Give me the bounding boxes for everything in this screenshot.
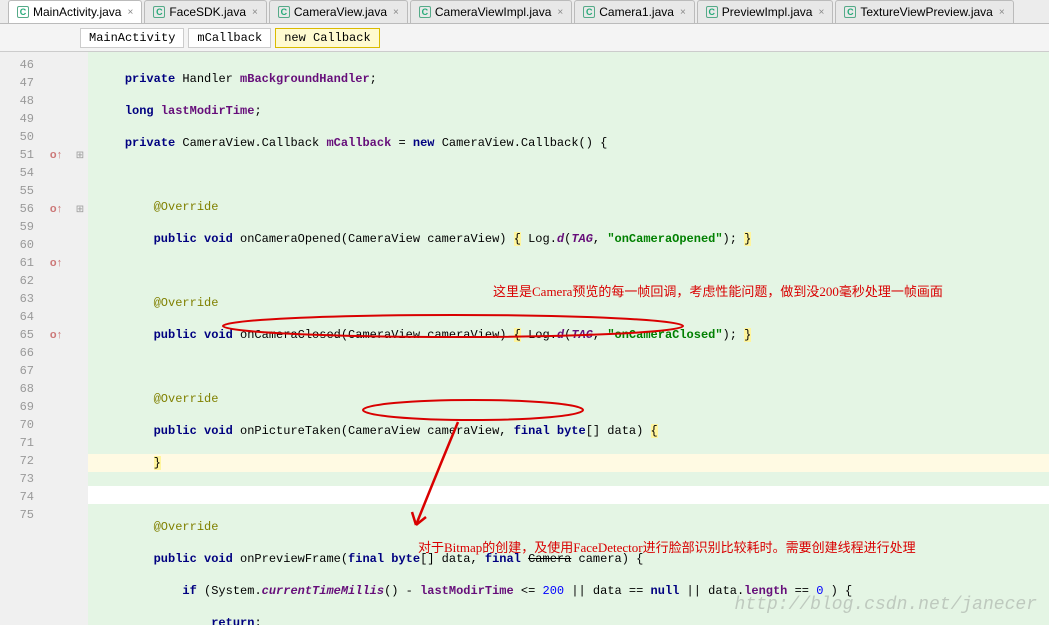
editor-tab-bar: C MainActivity.java × C FaceSDK.java × C Came…: [0, 0, 1049, 24]
fold-expand-icon[interactable]: ⊞: [72, 146, 88, 164]
close-icon[interactable]: ×: [252, 7, 258, 18]
close-icon[interactable]: ×: [680, 7, 686, 18]
tab-camera-view-impl[interactable]: C CameraViewImpl.java ×: [410, 0, 572, 23]
override-marker[interactable]: o↑: [40, 254, 72, 272]
fold-expand-icon[interactable]: ⊞: [72, 200, 88, 218]
java-class-icon: C: [583, 6, 595, 18]
gutter-markers: o↑ o↑ o↑ o↑: [40, 52, 72, 625]
java-class-icon: C: [706, 6, 718, 18]
java-class-icon: C: [278, 6, 290, 18]
line-number-gutter: 4647484950515455565960616263646566676869…: [0, 52, 40, 625]
tab-label: FaceSDK.java: [169, 5, 246, 19]
tab-camera1[interactable]: C Camera1.java ×: [574, 0, 695, 23]
java-class-icon: C: [419, 6, 431, 18]
close-icon[interactable]: ×: [999, 7, 1005, 18]
code-editor: 4647484950515455565960616263646566676869…: [0, 52, 1049, 625]
tab-label: CameraViewImpl.java: [435, 5, 552, 19]
tab-preview-impl[interactable]: C PreviewImpl.java ×: [697, 0, 834, 23]
tab-label: PreviewImpl.java: [722, 5, 813, 19]
override-marker[interactable]: o↑: [40, 146, 72, 164]
close-icon[interactable]: ×: [557, 7, 563, 18]
override-marker[interactable]: o↑: [40, 200, 72, 218]
java-class-icon: C: [17, 6, 29, 18]
close-icon[interactable]: ×: [393, 7, 399, 18]
tab-label: TextureViewPreview.java: [860, 5, 993, 19]
tab-face-sdk[interactable]: C FaceSDK.java ×: [144, 0, 267, 23]
tab-main-activity[interactable]: C MainActivity.java ×: [8, 0, 142, 23]
breadcrumb-bar: MainActivity mCallback new Callback: [0, 24, 1049, 52]
breadcrumb-class[interactable]: MainActivity: [80, 28, 184, 48]
java-class-icon: C: [844, 6, 856, 18]
code-area[interactable]: private Handler mBackgroundHandler; long…: [88, 52, 1049, 625]
tab-label: MainActivity.java: [33, 5, 121, 19]
tab-texture-view-preview[interactable]: C TextureViewPreview.java ×: [835, 0, 1013, 23]
tab-camera-view[interactable]: C CameraView.java ×: [269, 0, 408, 23]
breadcrumb-anon[interactable]: new Callback: [275, 28, 379, 48]
close-icon[interactable]: ×: [127, 7, 133, 18]
fold-gutter: ⊞ ⊞: [72, 52, 88, 625]
override-marker[interactable]: o↑: [40, 326, 72, 344]
tab-label: Camera1.java: [599, 5, 674, 19]
java-class-icon: C: [153, 6, 165, 18]
tab-label: CameraView.java: [294, 5, 387, 19]
line-number: 46: [0, 56, 40, 74]
close-icon[interactable]: ×: [818, 7, 824, 18]
breadcrumb-field[interactable]: mCallback: [188, 28, 271, 48]
